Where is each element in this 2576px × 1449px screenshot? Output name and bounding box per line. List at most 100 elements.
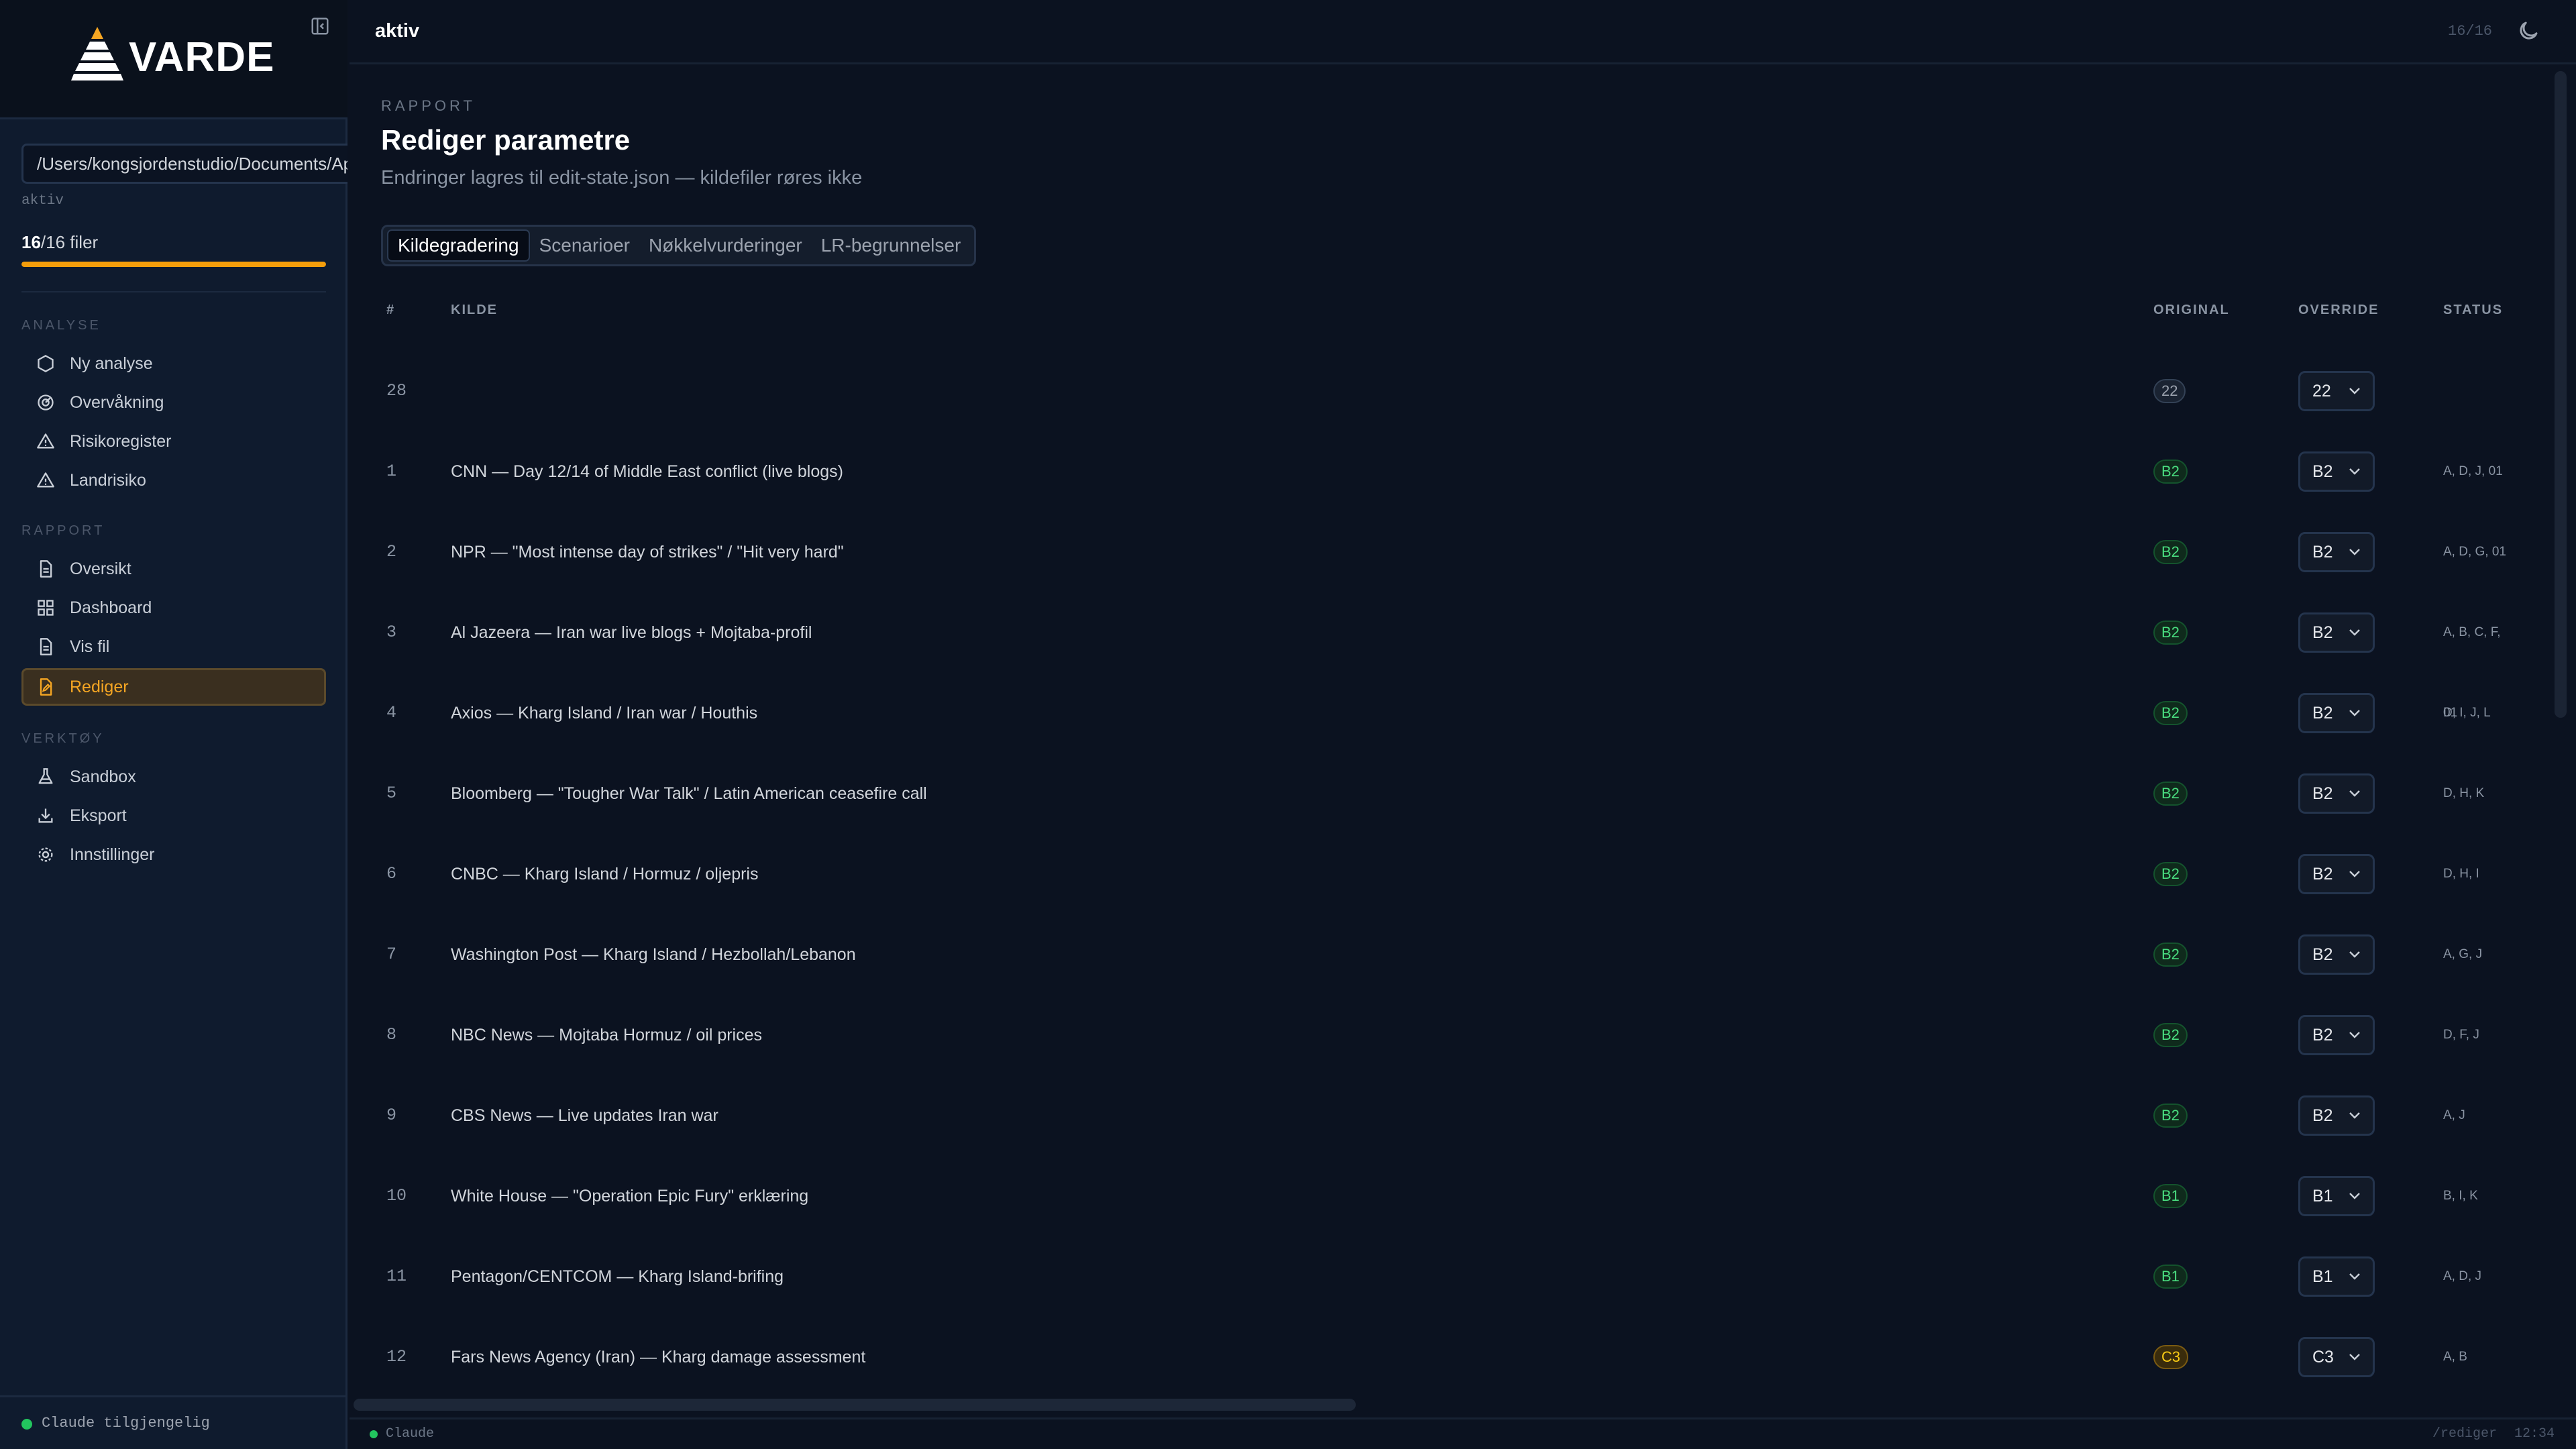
table-row: 6 CNBC — Kharg Island / Hormuz / oljepris… [381,834,2514,914]
table-row: 8 NBC News — Mojtaba Hormuz / oil prices B… [381,995,2514,1075]
override-select[interactable]: B2 [2298,612,2375,653]
original-grade-badge: B2 [2153,782,2188,806]
nav-item-overvakning[interactable]: Overvåkning [21,384,326,421]
row-status: A, G, J [2443,947,2483,961]
override-value: B2 [2312,1026,2333,1044]
nav-item-landrisiko[interactable]: Landrisiko [21,462,326,499]
tab-lr-begrunnelser[interactable]: LR-begrunnelser [812,229,971,262]
row-number: 9 [386,1106,397,1125]
files-progress-bar [21,262,326,267]
nav-item-dashboard[interactable]: Dashboard [21,589,326,627]
row-source: Pentagon/CENTCOM — Kharg Island-brifing [451,1267,784,1286]
chevron-down-icon [2349,629,2360,636]
nav-item-risikoregister[interactable]: Risikoregister [21,423,326,460]
section-label-verktoy: VERKTØY [21,731,105,746]
row-source: NPR — "Most intense day of strikes" / "H… [451,543,844,561]
original-grade-badge: B1 [2153,1265,2188,1289]
nav-label: Oversikt [70,559,131,578]
moon-icon [2520,21,2538,40]
logo: VARDE [71,25,274,82]
nav-item-ny-analyse[interactable]: Ny analyse [21,345,326,382]
status-bar-time: 12:34 [2514,1426,2555,1442]
chevron-down-icon [2349,549,2360,555]
download-icon [38,808,53,823]
row-number: 2 [386,542,397,561]
vertical-scrollbar[interactable] [2555,71,2567,718]
override-select[interactable]: B2 [2298,1095,2375,1136]
override-select[interactable]: 22 [2298,371,2375,411]
warning-icon [37,433,54,449]
row-number: 4 [386,703,397,722]
row-source: NBC News — Mojtaba Hormuz / oil prices [451,1026,763,1044]
override-select[interactable]: C3 [2298,1337,2375,1377]
horizontal-scrollbar-thumb[interactable] [354,1399,1356,1411]
document-icon [40,560,52,578]
nav-item-oversikt[interactable]: Oversikt [21,550,326,588]
panel-collapse-icon [311,17,329,35]
row-status: B, I, K [2443,1189,2478,1203]
row-source: CNBC — Kharg Island / Hormuz / oljepris [451,865,759,883]
override-value: B1 [2312,1187,2333,1205]
table-row: 11 Pentagon/CENTCOM — Kharg Island-brifin… [381,1236,2514,1317]
override-select[interactable]: B1 [2298,1176,2375,1216]
table-row: 3 Al Jazeera — Iran war live blogs + Mojt… [381,592,2514,720]
override-select[interactable]: B2 [2298,1015,2375,1055]
override-value: B2 [2312,784,2333,803]
row-number: 12 [386,1347,407,1366]
table-row: 7 Washington Post — Kharg Island / Hezbol… [381,914,2514,995]
override-value: B2 [2312,623,2333,642]
override-value: B2 [2312,865,2333,883]
override-value: B2 [2312,704,2333,722]
nav-item-sandbox[interactable]: Sandbox [21,758,326,796]
sidebar: VARDE /Users/kongsjordenstudio/Documents… [0,0,347,1449]
nav-label: Eksport [70,806,127,825]
row-status: D, H, K [2443,786,2485,800]
main-content: RAPPORT Rediger parametre Endringer lagr… [350,66,2550,1397]
table-row: 1 CNN — Day 12/14 of Middle East conflict… [381,431,2514,512]
nav-item-eksport[interactable]: Eksport [21,797,326,835]
override-value: B2 [2312,1106,2333,1125]
tab-kildegradering[interactable]: Kildegradering [387,229,530,262]
status-bar: Claude /rediger 12:34 [350,1417,2576,1449]
online-dot-icon [370,1430,378,1438]
override-value: C3 [2312,1348,2334,1366]
override-value: B1 [2312,1267,2333,1286]
nav-label: Risikoregister [70,431,172,451]
logo-mark-icon [71,27,123,80]
row-source: Washington Post — Kharg Island / Hezboll… [451,945,856,964]
row-number: 6 [386,864,397,883]
topbar: aktiv 16/16 [350,0,2576,64]
nav-item-innstillinger[interactable]: Innstillinger [21,836,326,873]
override-select[interactable]: B2 [2298,773,2375,814]
row-status: D, I, J, L [2443,706,2491,720]
table-row: 4 Axios — Kharg Island / Iran war / Houth… [381,673,2514,753]
chevron-down-icon [2349,951,2360,958]
nav-item-rediger[interactable]: Rediger [21,668,326,706]
nav-item-vis-fil[interactable]: Vis fil [21,628,326,665]
tab-nokkelvurderinger[interactable]: Nøkkelvurderinger [639,229,812,262]
gear-icon [38,847,53,862]
sidebar-divider [21,291,326,292]
row-status: A, D, G, 01 [2443,545,2506,559]
files-done: 16 [21,232,41,252]
override-select[interactable]: B1 [2298,1256,2375,1297]
hexagon-icon [38,354,54,373]
horizontal-scrollbar[interactable] [350,1397,2550,1417]
override-select[interactable]: B2 [2298,451,2375,492]
nav-label: Dashboard [70,598,152,617]
tab-scenarioer[interactable]: Scenarioer [530,229,639,262]
files-count: 16/16 filer [21,232,98,253]
original-grade-badge: B2 [2153,701,2188,725]
table-row: 28 22 22 [381,351,2514,431]
override-select[interactable]: B2 [2298,854,2375,894]
theme-toggle-button[interactable] [2516,19,2540,43]
project-path-input[interactable]: /Users/kongsjordenstudio/Documents/Ap [21,144,347,184]
override-select[interactable]: B2 [2298,934,2375,975]
override-select[interactable]: B2 [2298,693,2375,733]
original-grade-badge: B2 [2153,862,2188,886]
row-number: 10 [386,1186,407,1205]
sidebar-collapse-button[interactable] [309,15,331,38]
page-eyebrow: RAPPORT [381,97,476,114]
original-grade-badge: B2 [2153,540,2188,564]
override-select[interactable]: B2 [2298,532,2375,572]
